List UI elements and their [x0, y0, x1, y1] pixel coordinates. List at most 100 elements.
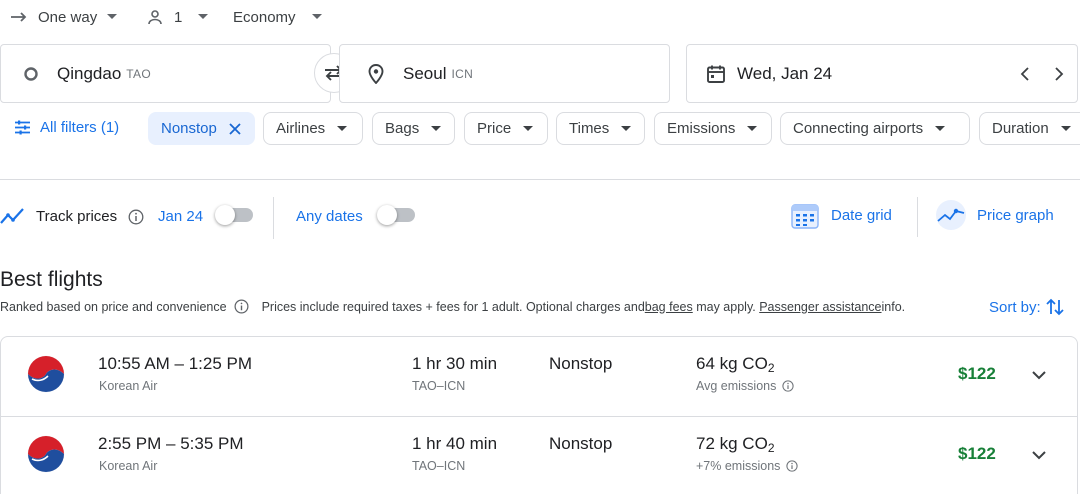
- bag-fees-link[interactable]: bag fees: [645, 300, 693, 314]
- destination-field[interactable]: Seoul ICN: [339, 44, 670, 103]
- flight-route: TAO–ICN: [412, 459, 466, 473]
- price-info-text-suffix: info.: [881, 299, 906, 314]
- date-grid-button[interactable]: Date grid: [790, 200, 892, 230]
- chevron-left-icon[interactable]: [1020, 67, 1030, 81]
- co2-value: 72 kg CO2: [696, 434, 775, 455]
- chevron-down-icon: [523, 125, 534, 132]
- any-dates-label: Any dates: [296, 208, 363, 225]
- any-dates-toggle[interactable]: [377, 205, 415, 225]
- date-grid-label: Date grid: [831, 206, 892, 224]
- results-subtitle: Ranked based on price and convenience: [0, 299, 227, 314]
- chevron-down-icon: [935, 125, 946, 132]
- info-icon[interactable]: [782, 380, 794, 392]
- vertical-divider: [273, 197, 274, 239]
- calendar-icon: [706, 64, 726, 84]
- cabin-class-select[interactable]: Economy: [233, 4, 322, 30]
- price-graph-label: Price graph: [977, 206, 1054, 224]
- origin-field[interactable]: Qingdao TAO: [0, 44, 331, 103]
- section-divider: [0, 179, 1080, 180]
- chevron-down-icon: [1060, 125, 1071, 132]
- chip-duration[interactable]: Duration: [979, 112, 1080, 145]
- flight-stops: Nonstop: [549, 354, 613, 373]
- passengers-count: 1: [174, 8, 183, 26]
- info-icon[interactable]: [128, 209, 144, 225]
- trip-type-label: One way: [38, 8, 98, 26]
- origin-code: TAO: [126, 66, 151, 81]
- chip-label: Connecting airports: [793, 120, 924, 137]
- chip-label: Emissions: [667, 120, 736, 137]
- date-field[interactable]: Wed, Jan 24: [686, 44, 1078, 103]
- chevron-down-icon: [747, 125, 758, 132]
- chevron-down-icon: [311, 14, 322, 20]
- flight-price: $122: [958, 444, 996, 463]
- close-icon[interactable]: [229, 122, 241, 135]
- emissions-note: Avg emissions: [696, 379, 794, 393]
- passengers-select[interactable]: 1: [147, 4, 209, 30]
- chip-label: Times: [569, 120, 610, 137]
- flight-stops: Nonstop: [549, 434, 613, 453]
- chip-airlines[interactable]: Airlines: [263, 112, 363, 145]
- chip-label: Airlines: [276, 120, 326, 137]
- chevron-right-icon[interactable]: [1054, 67, 1064, 81]
- emissions-note: +7% emissions: [696, 459, 799, 473]
- track-date-toggle[interactable]: [215, 205, 253, 225]
- flight-list: 10:55 AM – 1:25 PM Korean Air 1 hr 30 mi…: [0, 336, 1078, 494]
- vertical-divider: [917, 197, 918, 237]
- price-graph-button[interactable]: Price graph: [935, 199, 1054, 231]
- flight-card[interactable]: 10:55 AM – 1:25 PM Korean Air 1 hr 30 mi…: [1, 337, 1077, 416]
- chevron-down-icon[interactable]: [1029, 365, 1049, 385]
- chevron-down-icon: [337, 125, 348, 132]
- filter-sliders-icon: [14, 120, 31, 135]
- chip-bags[interactable]: Bags: [372, 112, 455, 145]
- chip-label: Nonstop: [161, 120, 217, 137]
- track-date-label: Jan 24: [158, 208, 204, 225]
- arrow-right-icon: [10, 10, 28, 24]
- flight-route: TAO–ICN: [412, 379, 466, 393]
- track-prices-label: Track prices: [36, 208, 118, 225]
- chip-label: Duration: [992, 120, 1049, 137]
- price-info-text: Prices include required taxes + fees for…: [261, 299, 645, 314]
- chip-times[interactable]: Times: [556, 112, 645, 145]
- chip-emissions[interactable]: Emissions: [654, 112, 772, 145]
- chevron-down-icon: [431, 125, 442, 132]
- korean-air-logo: [27, 435, 65, 473]
- airline-name: Korean Air: [99, 459, 158, 473]
- chevron-down-icon: [107, 14, 118, 20]
- chip-connecting-airports[interactable]: Connecting airports: [780, 112, 970, 145]
- flight-times: 2:55 PM – 5:35 PM: [98, 434, 244, 453]
- flight-times: 10:55 AM – 1:25 PM: [98, 354, 253, 373]
- sort-by-button[interactable]: Sort by:: [989, 297, 1065, 317]
- passenger-assistance-link[interactable]: Passenger assistance: [759, 300, 881, 314]
- origin-circle-icon: [23, 66, 39, 82]
- chevron-down-icon[interactable]: [1029, 445, 1049, 465]
- results-subtitle-row: Ranked based on price and convenience Pr…: [0, 299, 905, 314]
- chip-label: Price: [477, 120, 512, 137]
- chevron-down-icon: [621, 125, 632, 132]
- co2-value: 64 kg CO2: [696, 354, 775, 375]
- all-filters-button[interactable]: All filters (1): [14, 119, 119, 136]
- price-graph-icon: [935, 199, 967, 231]
- trip-type-select[interactable]: One way: [10, 4, 118, 30]
- chevron-down-icon: [198, 14, 209, 20]
- results-title: Best flights: [0, 268, 103, 291]
- chip-nonstop[interactable]: Nonstop: [148, 112, 255, 145]
- sort-icon: [1045, 297, 1065, 317]
- origin-city: Qingdao: [57, 63, 122, 83]
- korean-air-logo: [27, 355, 65, 393]
- info-icon[interactable]: [234, 299, 249, 314]
- flight-duration: 1 hr 30 min: [412, 354, 498, 373]
- flight-duration: 1 hr 40 min: [412, 434, 498, 453]
- trend-icon: [0, 207, 26, 225]
- destination-city: Seoul: [403, 63, 447, 83]
- price-info-text-mid: may apply.: [692, 299, 760, 314]
- chip-price[interactable]: Price: [464, 112, 548, 145]
- departure-date: Wed, Jan 24: [737, 63, 833, 83]
- cabin-class-label: Economy: [233, 8, 296, 26]
- info-icon[interactable]: [786, 460, 799, 472]
- all-filters-label: All filters (1): [40, 119, 120, 136]
- date-grid-icon: [790, 200, 820, 230]
- airline-name: Korean Air: [99, 379, 158, 393]
- chip-label: Bags: [385, 120, 420, 137]
- sort-by-label: Sort by:: [989, 298, 1041, 316]
- flight-card[interactable]: 2:55 PM – 5:35 PM Korean Air 1 hr 40 min…: [1, 416, 1077, 494]
